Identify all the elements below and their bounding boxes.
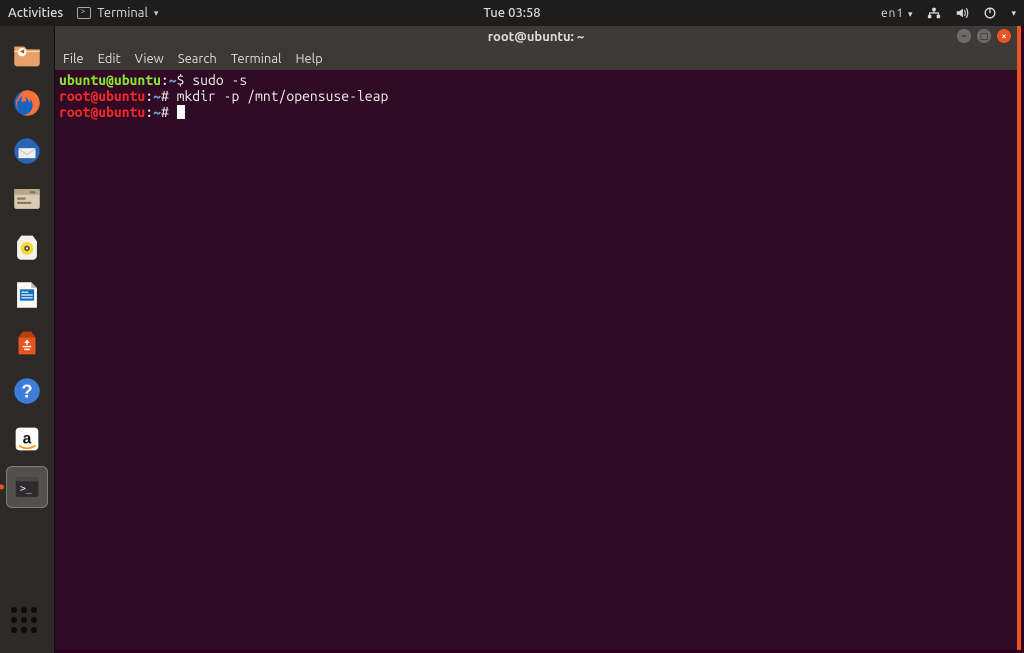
menu-view[interactable]: View: [135, 52, 164, 66]
svg-text:?: ?: [21, 380, 32, 401]
ubuntu-software-icon: [10, 326, 44, 360]
dock-item-amazon[interactable]: a: [6, 418, 48, 460]
terminal-window: root@ubuntu: ~ – □ × File Edit View Sear…: [55, 26, 1021, 650]
input-source-indicator[interactable]: en1 ▾: [881, 7, 914, 20]
desktop: root@ubuntu: ~ – □ × File Edit View Sear…: [55, 26, 1024, 653]
input-source-label: en1: [881, 7, 904, 20]
dock-item-nautilus[interactable]: [6, 178, 48, 220]
dock-item-terminal[interactable]: >_: [6, 466, 48, 508]
menu-help[interactable]: Help: [295, 52, 322, 66]
terminal-body[interactable]: ubuntu@ubuntu:~$ sudo -sroot@ubuntu:~# m…: [55, 70, 1017, 650]
chevron-down-icon: ▾: [908, 9, 914, 19]
maximize-button[interactable]: □: [977, 29, 991, 43]
file-manager-icon: [10, 182, 44, 216]
window-title: root@ubuntu: ~: [488, 30, 585, 44]
files-icon: [10, 38, 44, 72]
cursor: [177, 105, 185, 119]
terminal-line: root@ubuntu:~# mkdir -p /mnt/opensuse-le…: [59, 88, 1013, 104]
svg-text:a: a: [23, 430, 32, 447]
minimize-button[interactable]: –: [957, 29, 971, 43]
gnome-top-bar: Activities Terminal ▾ Tue 03:58 en1 ▾ ▾: [0, 0, 1024, 26]
menu-edit[interactable]: Edit: [98, 52, 121, 66]
close-button[interactable]: ×: [997, 29, 1011, 43]
dock: ? a >_: [0, 26, 55, 653]
terminal-icon: [77, 7, 91, 19]
terminal-icon: >_: [10, 470, 44, 504]
libreoffice-writer-icon: [10, 278, 44, 312]
clock[interactable]: Tue 03:58: [483, 6, 540, 20]
activities-button[interactable]: Activities: [8, 6, 63, 20]
menu-search[interactable]: Search: [178, 52, 217, 66]
topbar-left-group: Activities Terminal ▾: [8, 6, 158, 20]
amazon-icon: a: [10, 422, 44, 456]
svg-text:>_: >_: [20, 483, 32, 494]
chevron-down-icon: ▾: [1011, 8, 1016, 19]
dock-item-writer[interactable]: [6, 274, 48, 316]
rhythmbox-icon: [10, 230, 44, 264]
network-icon[interactable]: [927, 6, 941, 20]
dock-item-help[interactable]: ?: [6, 370, 48, 412]
menu-file[interactable]: File: [63, 52, 84, 66]
window-controls: – □ ×: [957, 29, 1011, 43]
dock-item-thunderbird[interactable]: [6, 130, 48, 172]
help-icon: ?: [10, 374, 44, 408]
app-menu-label: Terminal: [97, 6, 148, 20]
power-icon[interactable]: [983, 6, 997, 20]
menu-terminal[interactable]: Terminal: [231, 52, 282, 66]
volume-icon[interactable]: [955, 6, 969, 20]
chevron-down-icon: ▾: [154, 8, 159, 19]
main-area: ? a >_ root@ubuntu: ~ – □ ×: [0, 26, 1024, 653]
app-menu[interactable]: Terminal ▾: [77, 6, 158, 20]
terminal-line: root@ubuntu:~#: [59, 104, 1013, 120]
dock-item-software[interactable]: [6, 322, 48, 364]
firefox-icon: [10, 86, 44, 120]
thunderbird-icon: [10, 134, 44, 168]
dock-item-firefox[interactable]: [6, 82, 48, 124]
show-applications-button[interactable]: [11, 607, 43, 639]
dock-item-files[interactable]: [6, 34, 48, 76]
menubar: File Edit View Search Terminal Help: [55, 48, 1017, 70]
dock-item-rhythmbox[interactable]: [6, 226, 48, 268]
terminal-line: ubuntu@ubuntu:~$ sudo -s: [59, 72, 1013, 88]
topbar-right-group: en1 ▾ ▾: [881, 6, 1016, 20]
window-titlebar[interactable]: root@ubuntu: ~ – □ ×: [55, 26, 1017, 48]
